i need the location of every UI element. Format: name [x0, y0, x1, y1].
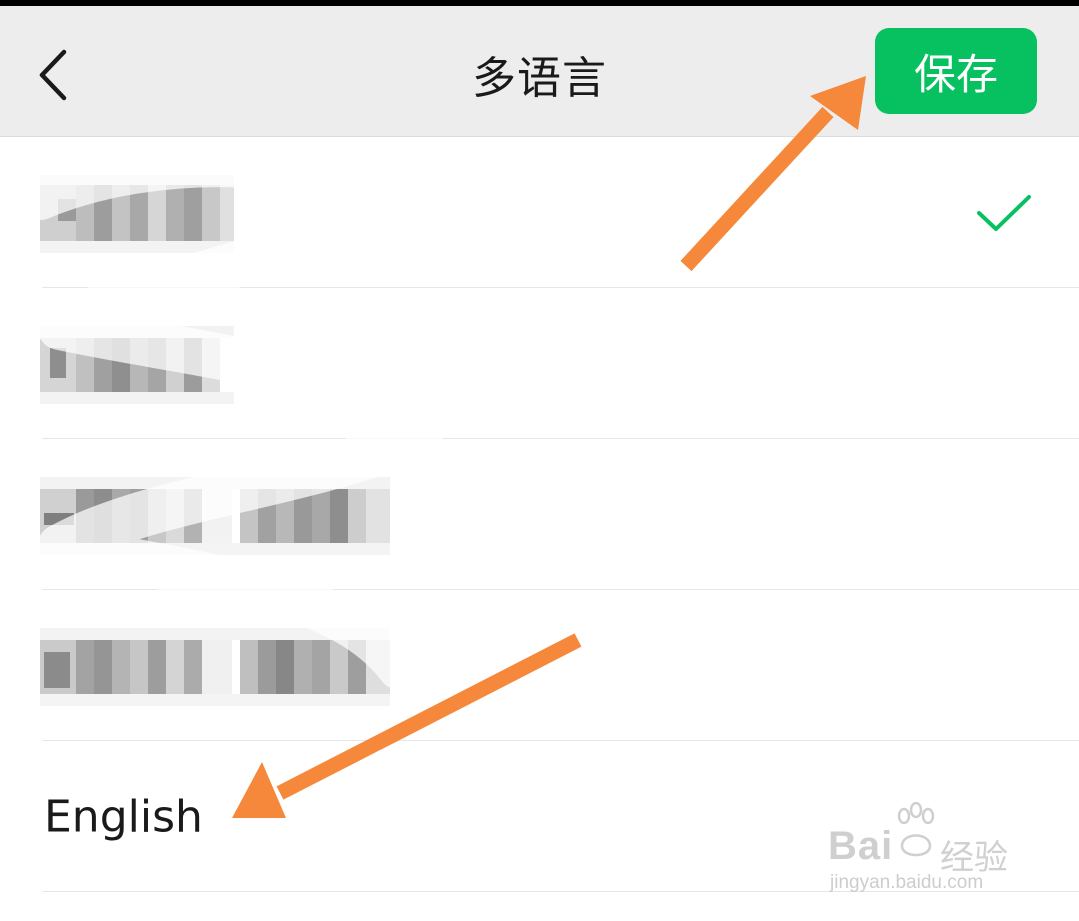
baidu-watermark: Bai 经验 jingyan.baidu.com	[822, 800, 1032, 900]
paw-icon	[897, 802, 935, 857]
language-option[interactable]	[0, 439, 1079, 590]
watermark-url: jingyan.baidu.com	[830, 872, 984, 893]
language-label: English	[44, 791, 203, 842]
nav-header: 多语言 保存	[0, 6, 1079, 137]
language-option[interactable]	[0, 590, 1079, 741]
language-option[interactable]	[0, 288, 1079, 439]
save-button[interactable]: 保存	[875, 28, 1037, 114]
pixelated-text-mosaic	[40, 628, 390, 706]
checkmark-icon	[977, 195, 1031, 231]
pixelated-text-mosaic	[40, 175, 234, 253]
language-option[interactable]	[0, 137, 1079, 288]
watermark-brand: Bai	[828, 824, 894, 868]
pixelated-text-mosaic	[40, 477, 390, 555]
language-list: English	[0, 137, 1079, 892]
pixelated-text-mosaic	[40, 326, 234, 404]
